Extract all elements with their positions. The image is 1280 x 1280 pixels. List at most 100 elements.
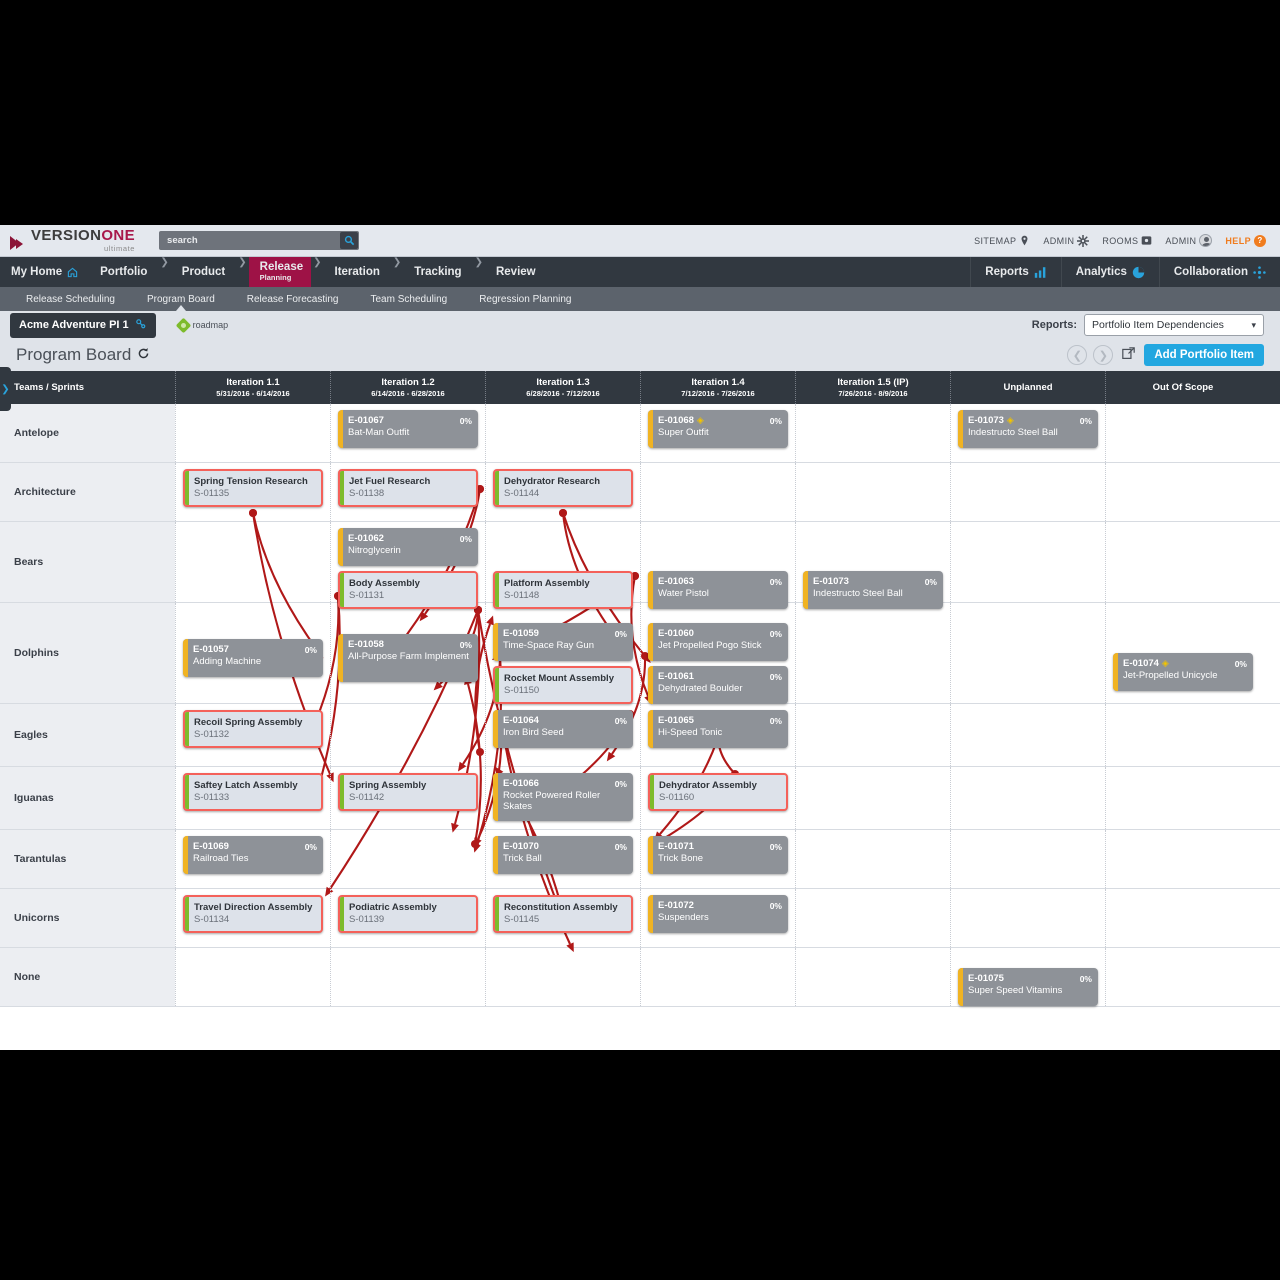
board-cell[interactable]	[1105, 889, 1260, 947]
epic-card[interactable]: E-01062 0% Nitroglycerin	[338, 528, 478, 566]
board-cell[interactable]: E-01075 0% Super Speed Vitamins	[950, 948, 1105, 1006]
prev-button[interactable]: ❮	[1067, 345, 1088, 365]
roadmap-link[interactable]: roadmap	[175, 317, 228, 333]
versionone-logo[interactable]: VERSIONONE ultimate	[10, 228, 135, 253]
board-cell[interactable]: E-01072 0% Suspenders	[640, 889, 795, 947]
nav-item-release[interactable]: Release Planning	[248, 257, 312, 287]
board-cell[interactable]	[950, 463, 1105, 521]
board-cell[interactable]: E-01058 0% All-Purpose Farm Implement	[330, 603, 485, 703]
story-card[interactable]: Reconstitution Assembly S-01145	[493, 895, 633, 933]
nav-item-tracking[interactable]: Tracking	[403, 257, 472, 287]
admin-settings-link[interactable]: ADMIN	[1043, 234, 1090, 247]
board-cell[interactable]: E-01066 0% Rocket Powered Roller Skates	[485, 767, 640, 829]
board-cell[interactable]	[795, 767, 950, 829]
story-card[interactable]: Travel Direction Assembly S-01134	[183, 895, 323, 933]
epic-card[interactable]: E-01072 0% Suspenders	[648, 895, 788, 933]
epic-card[interactable]: E-01067 0% Bat-Man Outfit	[338, 410, 478, 448]
board-cell[interactable]: Spring Tension Research S-01135	[175, 463, 330, 521]
board-cell[interactable]: Dehydrator Research S-01144	[485, 463, 640, 521]
board-cell[interactable]: E-01057 0% Adding Machine	[175, 603, 330, 703]
board-cell[interactable]	[1105, 830, 1260, 888]
nav-item-analytics[interactable]: Analytics	[1060, 257, 1159, 287]
board-cell[interactable]	[175, 948, 330, 1006]
board-cell[interactable]	[950, 603, 1105, 703]
rooms-link[interactable]: ROOMS	[1102, 235, 1152, 246]
board-cell[interactable]: Saftey Latch Assembly S-01133	[175, 767, 330, 829]
story-card[interactable]: Rocket Mount Assembly S-01150	[493, 666, 633, 704]
board-cell[interactable]	[795, 463, 950, 521]
search-input[interactable]: search	[159, 231, 360, 250]
board-cell[interactable]	[950, 522, 1105, 602]
epic-card[interactable]: E-01064 0% Iron Bird Seed	[493, 710, 633, 748]
board-cell[interactable]	[1105, 704, 1260, 766]
nav-item-collaboration[interactable]: Collaboration	[1158, 257, 1280, 287]
story-card[interactable]: Saftey Latch Assembly S-01133	[183, 773, 323, 811]
story-card[interactable]: Recoil Spring Assembly S-01132	[183, 710, 323, 748]
board-cell[interactable]: E-01062 0% Nitroglycerin Body Assembly S-011…	[330, 522, 485, 609]
board-cell[interactable]: Recoil Spring Assembly S-01132	[175, 704, 330, 766]
board-cell[interactable]: E-01060 0% Jet Propelled Pogo Stick E-01061…	[640, 603, 795, 704]
board-cell[interactable]	[1105, 404, 1260, 462]
board-cell[interactable]	[795, 704, 950, 766]
board-cell[interactable]: Jet Fuel Research S-01138	[330, 463, 485, 521]
nav-item-product[interactable]: Product	[171, 257, 236, 287]
board-cell[interactable]	[1105, 463, 1260, 521]
board-cell[interactable]: Reconstitution Assembly S-01145	[485, 889, 640, 947]
board-cell[interactable]	[1105, 767, 1260, 829]
board-cell[interactable]	[950, 889, 1105, 947]
subnav-item-release-forecasting[interactable]: Release Forecasting	[231, 294, 355, 305]
epic-card[interactable]: E-01073 ◈ 0% Indestructo Steel Ball	[958, 410, 1098, 448]
board-cell[interactable]	[795, 948, 950, 1006]
search-icon[interactable]	[340, 232, 359, 249]
board-cell[interactable]	[795, 603, 950, 703]
epic-card[interactable]: E-01060 0% Jet Propelled Pogo Stick	[648, 623, 788, 661]
board-cell[interactable]	[175, 522, 330, 602]
nav-item-review[interactable]: Review	[485, 257, 547, 287]
board-cell[interactable]: E-01065 0% Hi-Speed Tonic	[640, 704, 795, 766]
epic-card[interactable]: E-01065 0% Hi-Speed Tonic	[648, 710, 788, 748]
pop-out-icon[interactable]	[1122, 347, 1136, 363]
board-cell[interactable]	[795, 830, 950, 888]
board-cell[interactable]	[640, 463, 795, 521]
story-card[interactable]: Dehydrator Research S-01144	[493, 469, 633, 507]
epic-card[interactable]: E-01061 0% Dehydrated Boulder	[648, 666, 788, 704]
board-cell[interactable]: E-01063 0% Water Pistol	[640, 522, 795, 609]
epic-card[interactable]: E-01074 ◈ 0% Jet-Propelled Unicycle	[1113, 653, 1253, 691]
report-select[interactable]: Portfolio Item Dependencies ▾	[1084, 314, 1264, 336]
refresh-icon[interactable]	[137, 347, 150, 363]
board-cell[interactable]: E-01073 ◈ 0% Indestructo Steel Ball	[950, 404, 1105, 462]
board-cell[interactable]: E-01070 0% Trick Ball	[485, 830, 640, 888]
board-cell[interactable]: Platform Assembly S-01148	[485, 522, 640, 609]
add-portfolio-item-button[interactable]: Add Portfolio Item	[1144, 344, 1264, 366]
board-cell[interactable]: E-01068 ◈ 0% Super Outfit	[640, 404, 795, 462]
user-menu[interactable]: ADMIN	[1165, 234, 1213, 247]
board-cell[interactable]: E-01064 0% Iron Bird Seed	[485, 704, 640, 766]
board-cell[interactable]	[1105, 522, 1260, 602]
epic-card[interactable]: E-01066 0% Rocket Powered Roller Skates	[493, 773, 633, 821]
epic-card[interactable]: E-01059 0% Time-Space Ray Gun	[493, 623, 633, 661]
epic-card[interactable]: E-01070 0% Trick Ball	[493, 836, 633, 874]
board-cell[interactable]: Spring Assembly S-01142	[330, 767, 485, 829]
board-cell[interactable]	[795, 889, 950, 947]
board-cell[interactable]	[950, 830, 1105, 888]
board-cell[interactable]: E-01069 0% Railroad Ties	[175, 830, 330, 888]
board-cell[interactable]	[330, 704, 485, 766]
board-cell[interactable]	[330, 948, 485, 1006]
board-cell[interactable]: Dehydrator Assembly S-01160	[640, 767, 795, 829]
board-cell[interactable]: E-01071 0% Trick Bone	[640, 830, 795, 888]
board-cell[interactable]	[950, 704, 1105, 766]
board-cell[interactable]	[795, 404, 950, 462]
epic-card[interactable]: E-01058 0% All-Purpose Farm Implement	[338, 634, 478, 682]
next-button[interactable]: ❯	[1093, 345, 1114, 365]
subnav-item-team-scheduling[interactable]: Team Scheduling	[354, 294, 463, 305]
subnav-item-program-board[interactable]: Program Board	[131, 294, 231, 311]
board-cell[interactable]: E-01074 ◈ 0% Jet-Propelled Unicycle	[1105, 603, 1260, 703]
nav-item-iteration[interactable]: Iteration	[324, 257, 391, 287]
board-cell[interactable]: E-01059 0% Time-Space Ray Gun Rocket Mount …	[485, 603, 640, 704]
board-cell[interactable]	[485, 948, 640, 1006]
board-cell[interactable]: Podiatric Assembly S-01139	[330, 889, 485, 947]
subnav-item-regression-planning[interactable]: Regression Planning	[463, 294, 587, 305]
story-card[interactable]: Podiatric Assembly S-01139	[338, 895, 478, 933]
board-cell[interactable]	[950, 767, 1105, 829]
story-card[interactable]: Spring Tension Research S-01135	[183, 469, 323, 507]
